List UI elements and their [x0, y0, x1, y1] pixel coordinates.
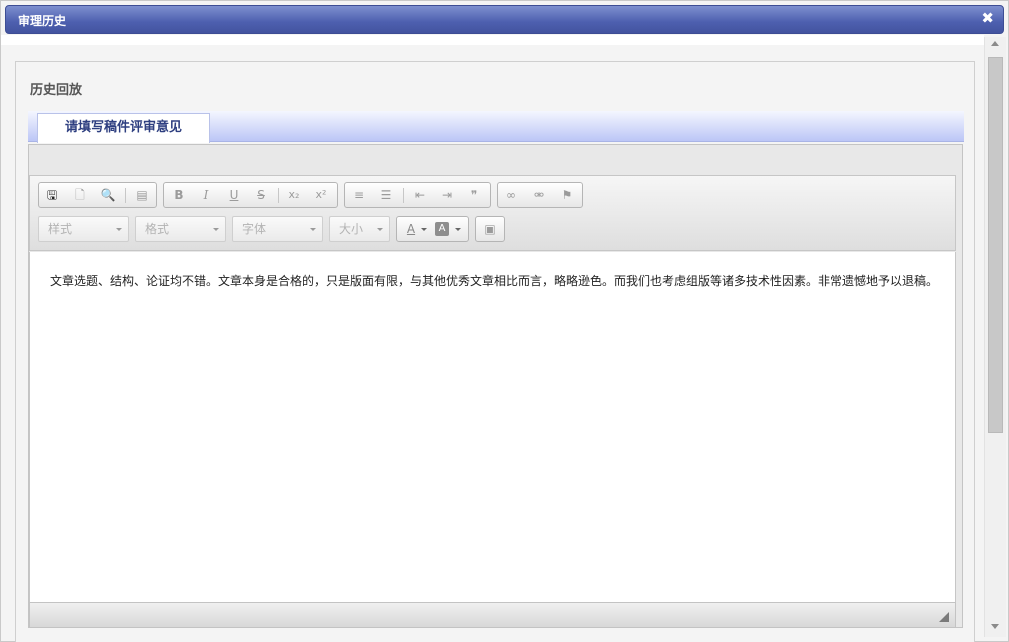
superscript-icon[interactable]: x² — [311, 185, 331, 205]
indent-icon[interactable]: ⇥ — [437, 185, 457, 205]
numbered-list-icon[interactable]: ≡ — [349, 185, 369, 205]
unlink-icon[interactable]: ⚮ — [529, 185, 549, 205]
format-combo[interactable]: 格式 — [135, 216, 226, 242]
editor-content-area[interactable]: 文章选题、结构、论证均不错。文章本身是合格的，只是版面有限，与其他优秀文章相比而… — [29, 252, 956, 602]
chevron-down-icon — [377, 228, 383, 231]
editor-statusbar — [29, 602, 956, 628]
chevron-down-icon — [421, 228, 427, 231]
format-combo-label: 格式 — [145, 222, 170, 236]
review-comment-text: 文章选题、结构、论证均不错。文章本身是合格的，只是版面有限，与其他优秀文章相比而… — [50, 274, 939, 288]
history-replay-panel: 历史回放 请填写稿件评审意见 🖫 🗋 🔍 ▤ B I U S x₂ x² ≡ ☰… — [15, 61, 975, 642]
styles-combo-label: 样式 — [48, 222, 73, 236]
bold-icon[interactable]: B — [169, 185, 189, 205]
review-history-dialog: 审理历史 ✖ 历史回放 请填写稿件评审意见 🖫 🗋 🔍 ▤ B I U S x₂… — [0, 0, 1009, 642]
toolbar-group-document: 🖫 🗋 🔍 ▤ — [38, 182, 157, 208]
toolbar-separator — [278, 188, 279, 203]
scroll-up-arrow-icon[interactable] — [991, 41, 999, 46]
underline-icon[interactable]: U — [224, 185, 244, 205]
font-combo-label: 字体 — [242, 222, 267, 236]
anchor-flag-icon[interactable]: ⚑ — [557, 185, 577, 205]
text-color-icon[interactable]: A — [401, 219, 421, 239]
styles-combo[interactable]: 样式 — [38, 216, 129, 242]
toolbar-separator — [125, 188, 126, 203]
toolbar-group-insert: ▣ — [475, 216, 505, 242]
toolbar-group-links: ∞ ⚮ ⚑ — [497, 182, 583, 208]
panel-title: 历史回放 — [30, 83, 83, 98]
toolbar-separator — [403, 188, 404, 203]
preview-icon[interactable]: 🔍 — [98, 185, 118, 205]
scroll-down-arrow-icon[interactable] — [991, 624, 999, 629]
tab-bar: 请填写稿件评审意见 — [28, 111, 964, 143]
rich-text-editor: 🖫 🗋 🔍 ▤ B I U S x₂ x² ≡ ☰ ⇤ ⇥ ❞ ∞ ⚮ ⚑ 样式… — [28, 144, 963, 628]
chevron-down-icon — [310, 228, 316, 231]
blockquote-icon[interactable]: ❞ — [464, 185, 484, 205]
chevron-down-icon — [116, 228, 122, 231]
font-combo[interactable]: 字体 — [232, 216, 323, 242]
dialog-header-gap — [1, 35, 984, 45]
close-icon[interactable]: ✖ — [981, 9, 994, 27]
size-combo[interactable]: 大小 — [329, 216, 390, 242]
tab-review-comments[interactable]: 请填写稿件评审意见 — [37, 113, 210, 143]
chevron-down-icon — [213, 228, 219, 231]
vertical-scrollbar[interactable] — [984, 37, 1006, 637]
subscript-icon[interactable]: x₂ — [284, 185, 304, 205]
resize-handle-icon[interactable] — [939, 612, 949, 622]
toolbar-group-colors: A A — [396, 216, 469, 242]
dialog-titlebar: 审理历史 ✖ — [5, 5, 1004, 34]
new-page-icon[interactable]: 🗋 — [70, 185, 90, 205]
background-color-icon[interactable]: A — [435, 222, 449, 236]
toolbar-group-paragraph: ≡ ☰ ⇤ ⇥ ❞ — [344, 182, 491, 208]
strike-icon[interactable]: S — [251, 185, 271, 205]
link-icon[interactable]: ∞ — [501, 185, 521, 205]
size-combo-label: 大小 — [339, 222, 364, 236]
outdent-icon[interactable]: ⇤ — [410, 185, 430, 205]
templates-icon[interactable]: ▤ — [132, 185, 152, 205]
save-icon[interactable]: 🖫 — [42, 185, 62, 205]
image-icon[interactable]: ▣ — [480, 219, 500, 239]
italic-icon[interactable]: I — [196, 185, 216, 205]
scrollbar-thumb[interactable] — [988, 57, 1003, 433]
toolbar-group-basic-styles: B I U S x₂ x² — [163, 182, 338, 208]
dialog-title: 审理历史 — [18, 14, 67, 28]
chevron-down-icon — [455, 228, 461, 231]
bulleted-list-icon[interactable]: ☰ — [376, 185, 396, 205]
editor-toolbar: 🖫 🗋 🔍 ▤ B I U S x₂ x² ≡ ☰ ⇤ ⇥ ❞ ∞ ⚮ ⚑ 样式… — [29, 175, 956, 251]
